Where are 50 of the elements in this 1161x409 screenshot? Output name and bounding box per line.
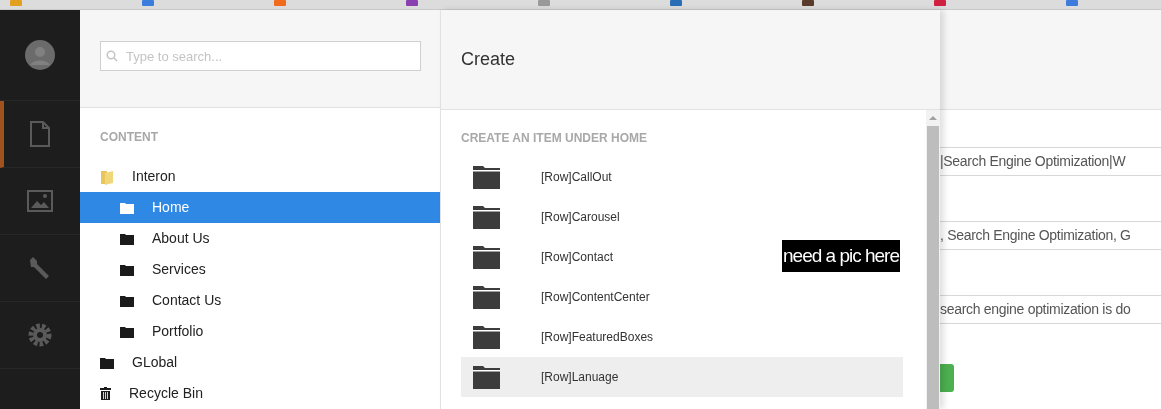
section-title: CONTENT xyxy=(99,129,159,146)
tree-item[interactable]: Contact Us xyxy=(80,285,440,316)
tree-item[interactable]: Home xyxy=(80,192,440,223)
folder-icon xyxy=(473,285,500,309)
annotation-tooltip: need a pic here xyxy=(782,240,900,272)
bookmark-icon[interactable] xyxy=(670,0,682,6)
folder-icon xyxy=(120,263,134,276)
scrollbar-thumb[interactable] xyxy=(927,126,939,409)
document-icon xyxy=(29,121,51,147)
folder-icon xyxy=(473,325,500,349)
folder-icon xyxy=(120,325,134,338)
tree-item[interactable]: Services xyxy=(80,254,440,285)
bookmark-icon[interactable] xyxy=(1066,0,1078,6)
bookmark-icon[interactable] xyxy=(802,0,814,6)
folder-icon xyxy=(120,232,134,245)
tree-item[interactable]: About Us xyxy=(80,223,440,254)
create-item[interactable]: [Row]Lanuage xyxy=(461,357,903,397)
tree-item[interactable]: Interon xyxy=(80,161,440,192)
trash-icon xyxy=(100,387,111,400)
bookmark-icon[interactable] xyxy=(406,0,418,6)
text-field[interactable]: |Search Engine Optimization|W xyxy=(940,147,1161,176)
bookmark-icon[interactable] xyxy=(142,0,154,6)
search-icon xyxy=(106,50,118,62)
folder-icon xyxy=(473,245,500,269)
text-field[interactable]: search engine optimization is do xyxy=(940,295,1161,324)
folder-icon xyxy=(120,294,134,307)
folder-icon xyxy=(120,201,134,214)
folder-icon xyxy=(100,356,114,369)
folder-icon xyxy=(473,365,500,389)
search-field[interactable]: Type to search... xyxy=(100,41,421,71)
tree-item[interactable]: Portfolio xyxy=(80,316,440,347)
scroll-up-icon[interactable] xyxy=(929,115,937,121)
section-title: CREATE AN ITEM UNDER HOME xyxy=(461,130,648,147)
save-button[interactable] xyxy=(940,364,954,392)
folder-icon xyxy=(473,165,500,189)
bookmark-icon[interactable] xyxy=(274,0,286,6)
bookmark-icon[interactable] xyxy=(934,0,946,6)
avatar-icon xyxy=(25,40,55,70)
nav-item[interactable] xyxy=(0,101,80,168)
panel-title: Create xyxy=(461,48,516,71)
text-field[interactable]: , Search Engine Optimization, G xyxy=(940,221,1161,250)
bookmark-icon[interactable] xyxy=(10,0,22,6)
tree-item[interactable]: GLobal xyxy=(80,347,440,378)
folder-icon xyxy=(473,205,500,229)
settings-icon xyxy=(27,322,53,348)
folder-icon xyxy=(100,168,114,185)
scrollbar[interactable] xyxy=(926,110,940,409)
tree-item[interactable]: Recycle Bin xyxy=(80,378,440,409)
bookmark-icon[interactable] xyxy=(538,0,550,6)
image-icon xyxy=(27,190,53,212)
